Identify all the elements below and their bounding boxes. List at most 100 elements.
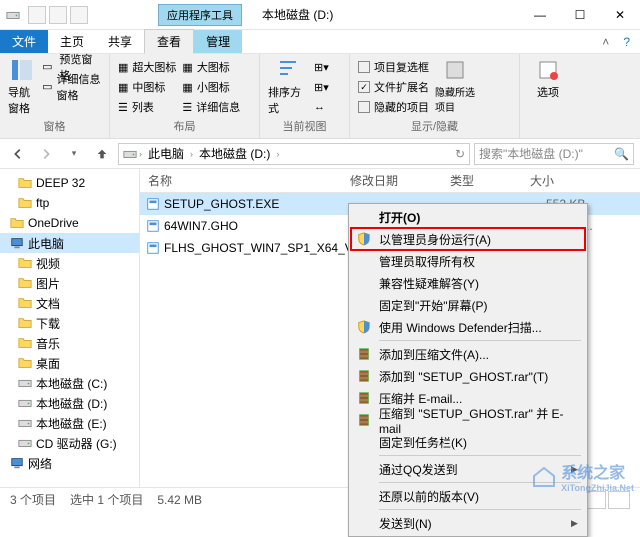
tree-item[interactable]: ftp [0,193,139,213]
file-extensions[interactable]: ✓文件扩展名 [358,78,429,96]
options-button[interactable]: 选项 [528,58,568,100]
details-pane-button[interactable]: ▭详细信息窗格 [42,78,101,96]
window-title: 本地磁盘 (D:) [262,6,333,23]
hide-icon [443,58,467,82]
close-button[interactable]: ✕ [600,1,640,29]
sort-button[interactable]: 排序方式 [268,58,308,116]
layout-l-icons[interactable]: ▦大图标 [182,58,240,76]
tree-item[interactable]: 下载 [0,313,139,333]
tree-item[interactable]: 本地磁盘 (E:) [0,413,139,433]
rar-icon [357,347,371,361]
hidden-items[interactable]: 隐藏的项目 [358,98,429,116]
pictures-icon [18,276,32,290]
gho-icon [146,219,160,233]
qat-btn[interactable] [28,6,46,24]
menu-separator [379,455,581,456]
options-icon [536,58,560,82]
drive-icon [18,416,32,430]
download-icon [18,316,32,330]
search-icon: 🔍 [614,147,629,161]
tree-item[interactable]: 文档 [0,293,139,313]
tree-item[interactable]: 此电脑 [0,233,139,253]
view-icons-button[interactable] [608,491,630,509]
up-button[interactable] [90,142,114,166]
refresh-icon[interactable]: ↻ [455,147,465,161]
menu-item[interactable]: 兼容性疑难解答(Y) [351,272,585,294]
breadcrumb[interactable]: › 此电脑 › 本地磁盘 (D:) › ↻ [118,143,470,165]
menu-item[interactable]: 使用 Windows Defender扫描... [351,316,585,338]
tree-item[interactable]: DEEP 32 [0,173,139,193]
desktop-icon [18,356,32,370]
qat-btn[interactable] [49,6,67,24]
watermark: 系统之家 XiTongZhiJia.Net [531,459,634,493]
menu-item[interactable]: 压缩到 "SETUP_GHOST.rar" 并 E-mail [351,409,585,431]
onedrive-icon [10,216,24,230]
layout-list[interactable]: ☰列表 [118,98,176,116]
qat-btn[interactable] [70,6,88,24]
help-icon[interactable]: ? [623,35,630,49]
tree-item[interactable]: OneDrive [0,213,139,233]
menu-item[interactable]: 管理员取得所有权 [351,250,585,272]
network-icon [10,456,24,470]
group-by[interactable]: ⊞▾ [314,58,329,76]
rar-icon [357,391,371,405]
tree-item[interactable]: 本地磁盘 (D:) [0,393,139,413]
back-button[interactable] [6,142,30,166]
nav-pane-icon [10,58,34,82]
minimize-button[interactable]: — [520,1,560,29]
ribbon: 导航窗格 ▭预览窗格 ▭详细信息窗格 窗格 ▦超大图标 ▦中图标 ☰列表 ▦大图… [0,54,640,139]
tree-item[interactable]: 视频 [0,253,139,273]
drive-icon [6,8,20,22]
cd-icon [18,436,32,450]
pc-icon [10,236,24,250]
search-input[interactable]: 搜索"本地磁盘 (D:)" 🔍 [474,143,634,165]
tree-item[interactable]: 音乐 [0,333,139,353]
menu-item[interactable]: 添加到压缩文件(A)... [351,343,585,365]
rar-icon [357,369,371,383]
titlebar: 应用程序工具 本地磁盘 (D:) — ☐ ✕ [0,0,640,30]
tree-item[interactable]: 网络 [0,453,139,473]
tab-file[interactable]: 文件 [0,30,48,53]
layout-s-icons[interactable]: ▦小图标 [182,78,240,96]
nav-tree[interactable]: DEEP 32ftpOneDrive此电脑视频图片文档下载音乐桌面本地磁盘 (C… [0,169,140,487]
menu-item[interactable]: 打开(O) [351,206,585,228]
tree-item[interactable]: 本地磁盘 (C:) [0,373,139,393]
sort-icon [276,58,300,82]
ribbon-collapse-icon[interactable]: ˄ [602,35,609,49]
layout-details[interactable]: ☰详细信息 [182,98,240,116]
menu-item[interactable]: 固定到"开始"屏幕(P) [351,294,585,316]
tree-item[interactable]: CD 驱动器 (G:) [0,433,139,453]
defender-icon [357,320,371,334]
group-showhide-label: 显示/隐藏 [358,118,511,134]
watermark-icon [531,463,557,489]
tree-item[interactable]: 图片 [0,273,139,293]
crumb-drive[interactable]: 本地磁盘 (D:) [195,145,274,162]
forward-button[interactable] [34,142,58,166]
history-button[interactable]: ▾ [62,142,86,166]
col-size: 大小 [530,172,640,189]
layout-m-icons[interactable]: ▦中图标 [118,78,176,96]
menu-item[interactable]: 以管理员身份运行(A) [351,228,585,250]
rar-icon [357,413,371,427]
size-columns[interactable]: ↔ [314,98,329,116]
menu-item[interactable]: 发送到(N)▶ [351,512,585,534]
tab-view[interactable]: 查看 [144,29,194,54]
column-headers[interactable]: 名称 修改日期 类型 大小 [140,169,640,193]
hide-selected-button[interactable]: 隐藏所选项目 [435,58,475,114]
maximize-button[interactable]: ☐ [560,1,600,29]
torrent-icon [146,241,160,255]
item-checkboxes[interactable]: 项目复选框 [358,58,429,76]
tab-manage[interactable]: 管理 [194,30,242,53]
tab-home[interactable]: 主页 [48,30,96,53]
menu-item[interactable]: 添加到 "SETUP_GHOST.rar"(T) [351,365,585,387]
nav-pane-button[interactable]: 导航窗格 [8,58,36,116]
crumb-pc[interactable]: 此电脑 [144,145,188,162]
add-columns[interactable]: ⊞▾ [314,78,329,96]
layout-xl-icons[interactable]: ▦超大图标 [118,58,176,76]
tree-item[interactable]: 桌面 [0,353,139,373]
tab-share[interactable]: 共享 [96,30,144,53]
menu-item[interactable]: 固定到任务栏(K) [351,431,585,453]
group-panes-label: 窗格 [8,118,101,134]
exe-icon [146,197,160,211]
video-icon [18,256,32,270]
